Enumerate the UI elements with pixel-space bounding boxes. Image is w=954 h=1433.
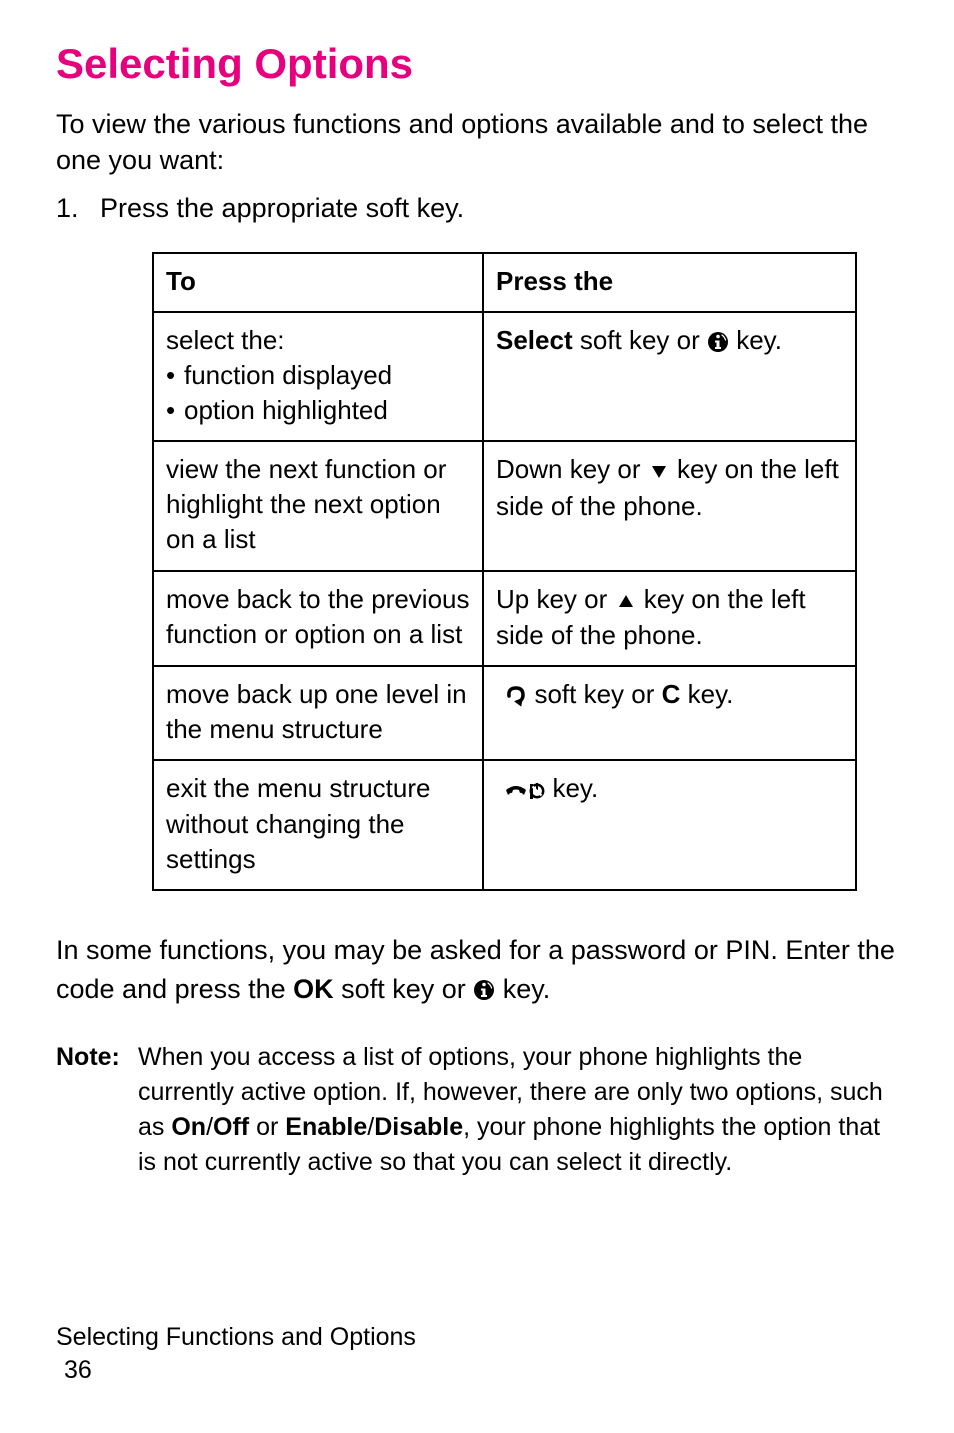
table-header-row: To Press the xyxy=(153,253,856,312)
i-circle-icon xyxy=(707,323,729,358)
bullet-text: option highlighted xyxy=(184,393,470,428)
step-number: 1. xyxy=(56,193,100,224)
bullet-dot: • xyxy=(166,393,184,428)
cell-press-3: soft key or C key. xyxy=(483,666,856,760)
note-label: Note: xyxy=(56,1040,138,1180)
header-to: To xyxy=(153,253,483,312)
after-tail: key. xyxy=(495,974,550,1004)
note-enable: Enable xyxy=(285,1113,367,1141)
step-text: Press the appropriate soft key. xyxy=(100,193,898,224)
cell-press-0: Select soft key or key. xyxy=(483,312,856,441)
bullet-dot: • xyxy=(166,358,184,393)
ok-bold: OK xyxy=(293,974,334,1004)
down-arrow-icon xyxy=(648,452,670,487)
row2-pre: Up key or xyxy=(496,584,615,614)
note-on: On xyxy=(171,1113,206,1141)
footer-page-number: 36 xyxy=(64,1356,416,1385)
page-title: Selecting Options xyxy=(56,40,898,88)
i-circle-icon xyxy=(473,969,495,1008)
cell-to-0: select the: • function displayed • optio… xyxy=(153,312,483,441)
cell-to-2: move back to the previous function or op… xyxy=(153,571,483,667)
row3-tail: key. xyxy=(680,679,733,709)
note-mid: or xyxy=(249,1113,285,1141)
note-body: When you access a list of options, your … xyxy=(138,1040,898,1180)
note-block: Note: When you access a list of options,… xyxy=(56,1040,898,1180)
select-bold: Select xyxy=(496,325,573,355)
page: Selecting Options To view the various fu… xyxy=(0,0,954,1433)
cell-to-3: move back up one level in the menu struc… xyxy=(153,666,483,760)
cell-press-4: key. xyxy=(483,760,856,889)
note-off: Off xyxy=(213,1113,249,1141)
cell-to-4: exit the menu structure without changing… xyxy=(153,760,483,889)
c-key-bold: C xyxy=(662,679,681,709)
cell-press-1: Down key or key on the left side of the … xyxy=(483,441,856,570)
cell-press-2: Up key or key on the left side of the ph… xyxy=(483,571,856,667)
step-1: 1. Press the appropriate soft key. xyxy=(56,193,898,224)
after-mid: soft key or xyxy=(334,974,474,1004)
table-row: move back up one level in the menu struc… xyxy=(153,666,856,760)
table-row: exit the menu structure without changing… xyxy=(153,760,856,889)
bullet-text: function displayed xyxy=(184,358,470,393)
bullet-item: • option highlighted xyxy=(166,393,470,428)
bullet-item: • function displayed xyxy=(166,358,470,393)
row0-lead: select the: xyxy=(166,323,470,358)
row4-tail: key. xyxy=(545,773,598,803)
row1-pre: Down key or xyxy=(496,454,648,484)
page-footer: Selecting Functions and Options 36 xyxy=(56,1323,416,1385)
up-arrow-icon xyxy=(615,581,637,616)
header-press: Press the xyxy=(483,253,856,312)
row3-mid: soft key or xyxy=(527,679,661,709)
after-paragraph: In some functions, you may be asked for … xyxy=(56,931,898,1011)
table-row: view the next function or highlight the … xyxy=(153,441,856,570)
row0-tail1: soft key or xyxy=(573,325,707,355)
key-table: To Press the select the: • function disp… xyxy=(152,252,857,891)
intro-paragraph: To view the various functions and option… xyxy=(56,106,898,179)
row0-post: key. xyxy=(729,325,782,355)
note-disable: Disable xyxy=(374,1113,463,1141)
back-arrow-icon xyxy=(503,677,527,712)
cell-to-1: view the next function or highlight the … xyxy=(153,441,483,570)
table-row: select the: • function displayed • optio… xyxy=(153,312,856,441)
note-slash1: / xyxy=(206,1113,213,1141)
footer-section: Selecting Functions and Options xyxy=(56,1323,416,1352)
table-row: move back to the previous function or op… xyxy=(153,571,856,667)
end-call-icon xyxy=(503,771,545,806)
